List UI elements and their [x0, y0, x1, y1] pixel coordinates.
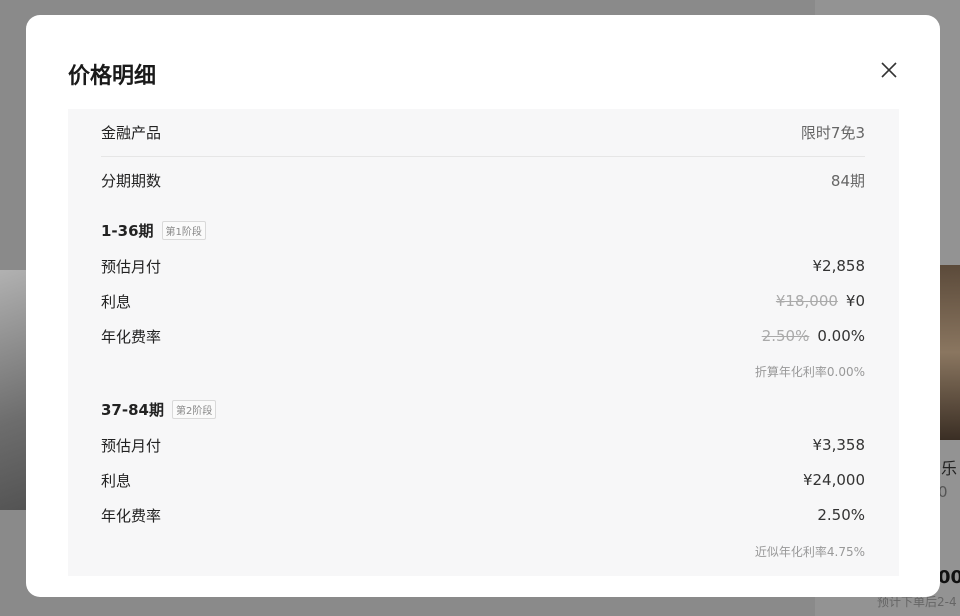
installments-label: 分期期数 [101, 171, 162, 190]
stage2-interest-value: ¥24,000 [802, 471, 865, 489]
divider [101, 156, 865, 157]
stage2-rate-value: 2.50% [817, 506, 865, 524]
stage1-title: 1-36期 [101, 221, 154, 240]
background-interior-image [940, 265, 960, 440]
close-icon [881, 62, 897, 78]
stage2-monthly-label: 预估月付 [101, 436, 162, 455]
finance-product-value: 限时7免3 [800, 123, 865, 142]
price-detail-panel: 金融产品 限时7免3 分期期数 84期 1-36期 第1阶段 预估月付 ¥2,8… [68, 109, 899, 576]
stage2-monthly-row: 预估月付 ¥3,358 [101, 434, 865, 456]
stage1-tag: 第1阶段 [161, 220, 206, 240]
background-price-fragment: 00 [938, 567, 960, 588]
stage1-interest-value: ¥0 [845, 292, 865, 310]
stage2-note: 近似年化利率4.75% [754, 545, 865, 559]
background-title-fragment: 乐 [941, 459, 958, 478]
stage2-rate-row: 年化费率 2.50% [101, 504, 865, 526]
installments-row: 分期期数 84期 [101, 169, 865, 191]
stage1-note: 折算年化利率0.00% [754, 365, 865, 379]
stage1-rate-value: 0.00% [817, 327, 865, 345]
stage1-rate-row: 年化费率 2.50% 0.00% [101, 325, 865, 347]
stage1-interest-row: 利息 ¥18,000 ¥0 [101, 290, 865, 312]
stage2-tag: 第2阶段 [171, 399, 217, 419]
stage1-rate-label: 年化费率 [101, 327, 162, 346]
stage1-interest-label: 利息 [101, 292, 132, 311]
stage1-interest-original: ¥18,000 [775, 292, 838, 310]
stage2-header: 37-84期 第2阶段 [101, 398, 217, 420]
stage1-header: 1-36期 第1阶段 [101, 219, 206, 241]
stage1-monthly-row: 预估月付 ¥2,858 [101, 255, 865, 277]
stage2-title: 37-84期 [101, 400, 164, 419]
stage1-monthly-label: 预估月付 [101, 257, 162, 276]
installments-value: 84期 [830, 171, 865, 190]
stage1-monthly-value: ¥2,858 [812, 257, 866, 275]
modal-title: 价格明细 [68, 64, 157, 89]
stage2-interest-row: 利息 ¥24,000 [101, 469, 865, 491]
finance-product-label: 金融产品 [101, 123, 162, 142]
stage1-rate-original: 2.50% [761, 327, 810, 345]
stage2-rate-label: 年化费率 [101, 506, 162, 525]
price-detail-modal: 价格明细 金融产品 限时7免3 分期期数 84期 1-36期 第1阶段 预估月付… [26, 15, 940, 597]
stage2-interest-label: 利息 [101, 471, 132, 490]
finance-product-row: 金融产品 限时7免3 [101, 121, 865, 143]
close-button[interactable] [878, 59, 900, 81]
stage2-monthly-value: ¥3,358 [812, 436, 866, 454]
